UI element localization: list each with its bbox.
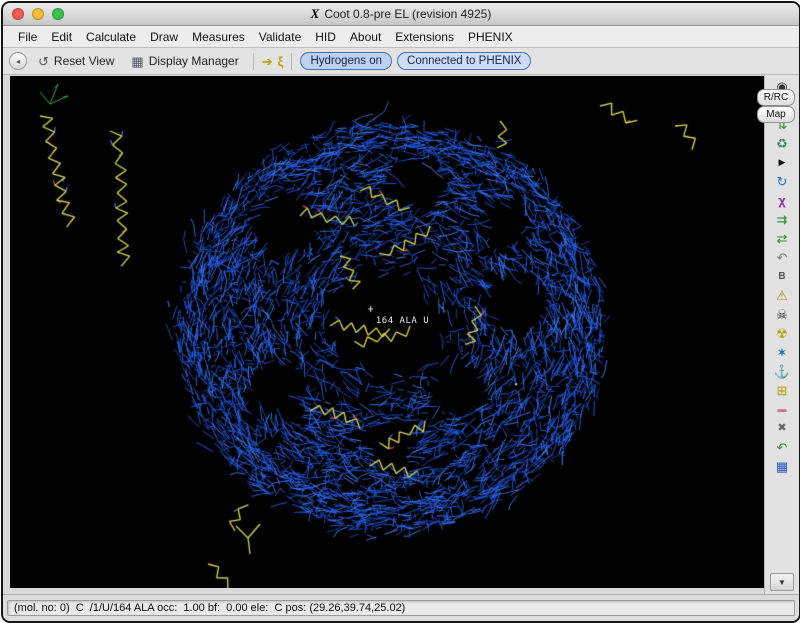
display-manager-icon: ▦ <box>131 55 143 68</box>
flip-back-icon[interactable]: ↶ <box>769 248 795 267</box>
menu-item[interactable]: Measures <box>185 28 252 46</box>
biso-icon[interactable]: B <box>769 267 795 286</box>
warning-icon[interactable]: ⚠ <box>769 286 795 305</box>
main-area: R/RC Map 164 ALA U ◉ ◷ ⇅ ♻ ▶ ↻ <box>3 75 799 594</box>
reset-view-button[interactable]: ↺ Reset View <box>32 52 120 70</box>
minimize-button[interactable] <box>32 8 44 20</box>
hydrogens-toggle-button[interactable]: Hydrogens on <box>300 52 392 70</box>
radioactive-icon[interactable]: ☢ <box>769 324 795 343</box>
map-button[interactable]: Map <box>757 106 795 123</box>
scroll-down-button[interactable]: ▼ <box>770 573 794 591</box>
goto-ligand-icon[interactable]: ξ <box>278 55 284 68</box>
main-toolbar: ◂ ↺ Reset View ▦ Display Manager ➔ ξ Hyd… <box>3 48 799 75</box>
refmac-icon[interactable]: ▦ <box>769 457 795 476</box>
right-toolbar-icons: ◉ ◷ ⇅ ♻ ▶ ↻ χ ⇉ ⇄ ↶ <box>769 77 795 476</box>
display-manager-button[interactable]: ▦ Display Manager <box>125 52 244 70</box>
toolbar-separator <box>253 53 254 70</box>
right-toolbar: ◉ ◷ ⇅ ♻ ▶ ↻ χ ⇉ ⇄ ↶ <box>764 75 799 594</box>
gl-canvas[interactable] <box>10 76 764 588</box>
swap-icon[interactable]: ⇄ <box>769 229 795 248</box>
atom-status-text: (mol. no: 0) C /1/U/164 ALA occ: 1.00 bf… <box>7 600 795 616</box>
double-arrows-icon[interactable]: ⇉ <box>769 210 795 229</box>
undo-icon[interactable]: ↶ <box>769 438 795 457</box>
x11-icon: X <box>311 6 320 22</box>
display-manager-label: Display Manager <box>149 54 239 68</box>
play-icon[interactable]: ▶ <box>769 153 795 172</box>
window-title: X Coot 0.8-pre EL (revision 4925) <box>3 6 799 22</box>
delete-icon[interactable]: ✖ <box>769 419 795 438</box>
titlebar[interactable]: X Coot 0.8-pre EL (revision 4925) <box>3 3 799 26</box>
zoom-button[interactable] <box>52 8 64 20</box>
toolbar-collapse-button[interactable]: ◂ <box>9 52 27 70</box>
right-toolbar-bottom: ▼ <box>770 571 794 594</box>
toolbar-separator <box>291 53 292 70</box>
coot-window: X Coot 0.8-pre EL (revision 4925) File E… <box>1 1 800 623</box>
reset-view-label: Reset View <box>54 54 114 68</box>
chi-angle-icon[interactable]: χ <box>769 191 795 210</box>
menu-item[interactable]: PHENIX <box>461 28 520 46</box>
goto-atom-icon[interactable]: ➔ <box>262 55 273 68</box>
statusbar: (mol. no: 0) C /1/U/164 ALA occ: 1.00 bf… <box>3 594 799 621</box>
skull-icon[interactable]: ☠ <box>769 305 795 324</box>
close-button[interactable] <box>12 8 24 20</box>
eraser-icon[interactable]: ▬ <box>769 400 795 419</box>
rrc-button[interactable]: R/RC <box>757 89 795 106</box>
add-box-icon[interactable]: ⊞ <box>769 381 795 400</box>
anchor-icon[interactable]: ⚓ <box>769 362 795 381</box>
menu-item[interactable]: Draw <box>143 28 185 46</box>
menu-item[interactable]: Extensions <box>388 28 461 46</box>
phenix-connection-button[interactable]: Connected to PHENIX <box>397 52 531 70</box>
recycle-icon[interactable]: ♻ <box>769 134 795 153</box>
traffic-lights <box>12 8 64 20</box>
menu-item[interactable]: HID <box>308 28 343 46</box>
rotate-icon[interactable]: ↻ <box>769 172 795 191</box>
cross-atoms-icon[interactable]: ✶ <box>769 343 795 362</box>
menu-item[interactable]: Validate <box>252 28 308 46</box>
gl-viewport: 164 ALA U <box>3 75 764 594</box>
menubar: File Edit Calculate Draw Measures Valida… <box>3 26 799 48</box>
reset-view-icon: ↺ <box>38 55 49 68</box>
menu-item[interactable]: Calculate <box>79 28 143 46</box>
menu-item[interactable]: File <box>11 28 44 46</box>
menu-item[interactable]: About <box>343 28 388 46</box>
window-title-text: Coot 0.8-pre EL (revision 4925) <box>324 7 491 21</box>
menu-item[interactable]: Edit <box>44 28 79 46</box>
